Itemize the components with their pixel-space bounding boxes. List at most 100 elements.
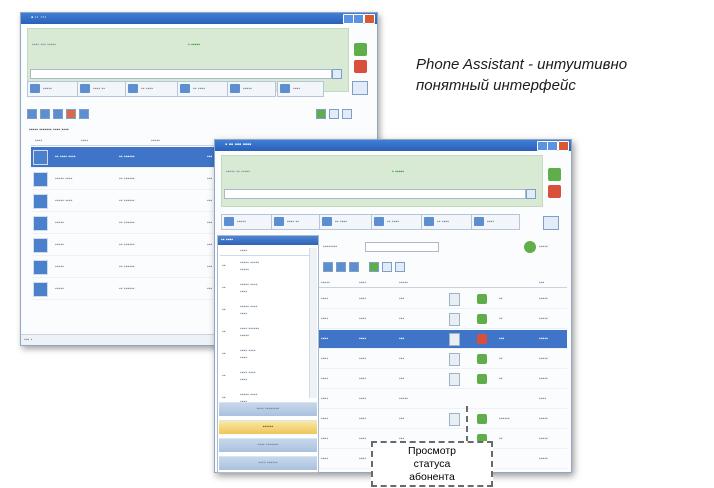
phone-label: ▪▪▪▪▪ ▪▪ ▪▪▪▪▪ [226,169,251,175]
action-icon-6[interactable] [395,262,405,272]
contact-icon [33,260,48,275]
toolbar-button-5[interactable]: ▪▪▪▪▪ [227,81,276,97]
phone-status-icon [477,334,487,344]
grid-row[interactable]: ▪▪▪▪ ▪▪▪▪ ▪▪▪ ▪▪ ▪▪▪▪▪ [319,310,567,329]
toolbar-button-4[interactable]: ▪▪ ▪▪▪▪ [177,81,234,97]
contact-icon [224,217,234,226]
toolbar-button-1[interactable]: ▪▪▪▪▪ [27,81,82,97]
close-button[interactable] [558,141,569,151]
callout-line-1: Просмотр [408,445,456,457]
calls-icon [128,84,138,93]
maximize-button[interactable] [353,14,364,24]
phone-status-icon [477,414,487,424]
toolbar-button-3[interactable]: ▪▪ ▪▪▪▪ [319,214,376,230]
settings-icon[interactable] [352,81,368,95]
action-icon-3[interactable] [53,109,63,119]
list-icon [274,217,284,226]
callout-line-3: абонента [409,471,455,483]
search-input[interactable] [30,69,332,79]
contacts-scrollbar[interactable] [309,248,317,398]
grid-col-4: ▪▪▪ [539,280,545,286]
card-icon [449,293,460,306]
phone-status-icon [477,314,487,324]
view-icon-1[interactable] [329,109,339,119]
toolbar-button-3[interactable]: ▪▪ ▪▪▪▪ [125,81,182,97]
contacts-panel-title: ▪▪ ▪▪▪▪ [221,237,234,243]
action-icon-2[interactable] [336,262,346,272]
nav-button-3[interactable]: ▪▪▪▪ ▪▪▪▪▪▪▪ [219,438,317,452]
grid-col-2: ▪▪▪▪ [359,280,367,286]
phone-icon[interactable] [354,43,367,56]
contacts-columns: ▪▪▪▪ [220,247,316,256]
title-bar: ▪ ·· ··· [21,13,377,24]
toolbar-button-2[interactable]: ▪▪▪▪ ▪▪ [77,81,132,97]
grid-row[interactable]: ▪▪▪▪ ▪▪▪▪ ▪▪▪ ▪▪▪▪▪▪ ▪▪▪▪▪ [319,410,567,429]
callout-line-2: статуса [413,458,451,470]
window-title: ▪ ▪▪ ▪▪▪ ▪▪▪▪ [225,142,252,148]
contact-icon [33,150,48,165]
close-button[interactable] [364,14,375,24]
action-icon-4[interactable] [66,109,76,119]
contact-icon [33,172,48,187]
sms-icon [374,217,384,226]
grid-row[interactable]: ▪▪▪▪ ▪▪▪▪ ▪▪▪ ▪▪ ▪▪▪▪▪ [319,350,567,369]
card-icon [449,333,460,346]
action-icon-5[interactable] [79,109,89,119]
callout-pointer [466,406,470,442]
grid-row[interactable]: ▪▪▪▪ ▪▪▪▪ ▪▪▪▪▪ ▪▪▪▪ [319,390,567,409]
toolbar-button-1[interactable]: ▪▪▪▪▪ [221,214,276,230]
grid-row-selected[interactable]: ▪▪▪▪ ▪▪▪▪ ▪▪▪ ▪▪▪ ▪▪▪▪▪ [319,330,567,349]
action-icon-4[interactable] [369,262,379,272]
toolbar-button-5[interactable]: ▪▪ ▪▪▪▪ [421,214,478,230]
status-link[interactable]: ▪ ▪▪▪▪▪ [392,169,422,175]
nav-button-4[interactable]: ▪▪▪▪ ▪▪▪▪▪▪ [219,456,317,470]
action-icon-3[interactable] [349,262,359,272]
notes-icon [280,84,290,93]
contact-icon [33,216,48,231]
toolbar-button-2[interactable]: ▪▪▪▪ ▪▪ [271,214,326,230]
grid-row[interactable]: ▪▪▪▪ ▪▪▪▪ ▪▪▪ ▪▪ ▪▪▪▪▪ [319,290,567,309]
contacts-panel: ▪▪ ▪▪▪▪ ▪▪▪▪ ▪▪ ▪▪▪▪▪ ▪▪▪▪▪ ▪▪▪▪▪ ▪▪ ▪▪▪▪▪ … [217,235,319,473]
subscriber-status-callout: Просмотр статуса абонента [371,441,493,487]
filter-select[interactable] [365,242,439,252]
col-number: ▪▪▪▪▪ [151,138,160,144]
phone-assistant-window-front: ▪ ▪▪ ▪▪▪ ▪▪▪▪ ▪▪▪▪▪ ▪▪ ▪▪▪▪▪ ▪ ▪▪▪▪▪ ▪▪▪… [214,139,572,473]
card-icon [449,313,460,326]
action-icon-1[interactable] [27,109,37,119]
nav-button-2[interactable]: ▪▪▪▪▪▪ [219,420,317,434]
contacts-panel-header: ▪▪ ▪▪▪▪ [218,236,318,245]
refresh-icon[interactable] [316,109,326,119]
settings-icon[interactable] [543,216,559,230]
col-name: ▪▪▪▪ [240,248,248,254]
call-icon[interactable] [524,241,536,253]
dropdown-button[interactable] [526,189,536,199]
contact-row[interactable]: ▪▪▪▪▪▪▪ ▪▪▪▪▪▪▪▪ [220,279,308,299]
hangup-icon[interactable] [548,185,561,198]
contact-row[interactable]: ▪▪ ▪▪▪▪ ▪▪▪▪ ▪▪▪▪ [220,345,308,365]
nav-button-1[interactable]: ▪▪▪▪ ▪▪▪▪▪▪▪▪ [219,402,317,416]
window-title: ▪ ·· ··· [31,15,47,21]
toolbar-button-6[interactable]: ▪▪▪▪ [471,214,520,230]
phone-icon[interactable] [548,168,561,181]
maximize-button[interactable] [547,141,558,151]
connection-header: ▪▪▪▪▪ ▪▪ ▪▪▪▪▪ ▪ ▪▪▪▪▪ [221,155,543,207]
toolbar-button-4[interactable]: ▪▪ ▪▪▪▪ [371,214,428,230]
search-input[interactable] [224,189,526,199]
contact-row[interactable]: ▪▪▪▪▪▪▪ ▪▪▪▪▪▪▪▪ [220,301,308,321]
toolbar-button-6[interactable]: ▪▪▪▪ [277,81,324,97]
action-icon-5[interactable] [382,262,392,272]
calendar-icon [424,217,434,226]
phone-label: ▪▪▪▪ ▪▪▪ ▪▪▪▪▪ [32,42,57,48]
grid-col-1: ▪▪▪▪▪ [321,280,330,286]
dropdown-button[interactable] [332,69,342,79]
action-icon-1[interactable] [323,262,333,272]
hangup-icon[interactable] [354,60,367,73]
calendar-icon [230,84,240,93]
status-link[interactable]: ▪ ▪▪▪▪▪ [188,42,218,48]
action-icon-2[interactable] [40,109,50,119]
contact-row[interactable]: ▪▪ ▪▪▪▪ ▪▪▪▪ ▪▪▪▪ [220,367,308,387]
contact-row[interactable]: ▪▪ ▪▪▪▪ ▪▪▪▪▪▪ ▪▪▪▪▪ [220,323,308,343]
view-icon-2[interactable] [342,109,352,119]
contact-row[interactable]: ▪▪ ▪▪▪▪▪ ▪▪▪▪▪ ▪▪▪▪▪ [220,257,308,277]
grid-row[interactable]: ▪▪▪▪ ▪▪▪▪ ▪▪▪ ▪▪ ▪▪▪▪▪ [319,370,567,389]
